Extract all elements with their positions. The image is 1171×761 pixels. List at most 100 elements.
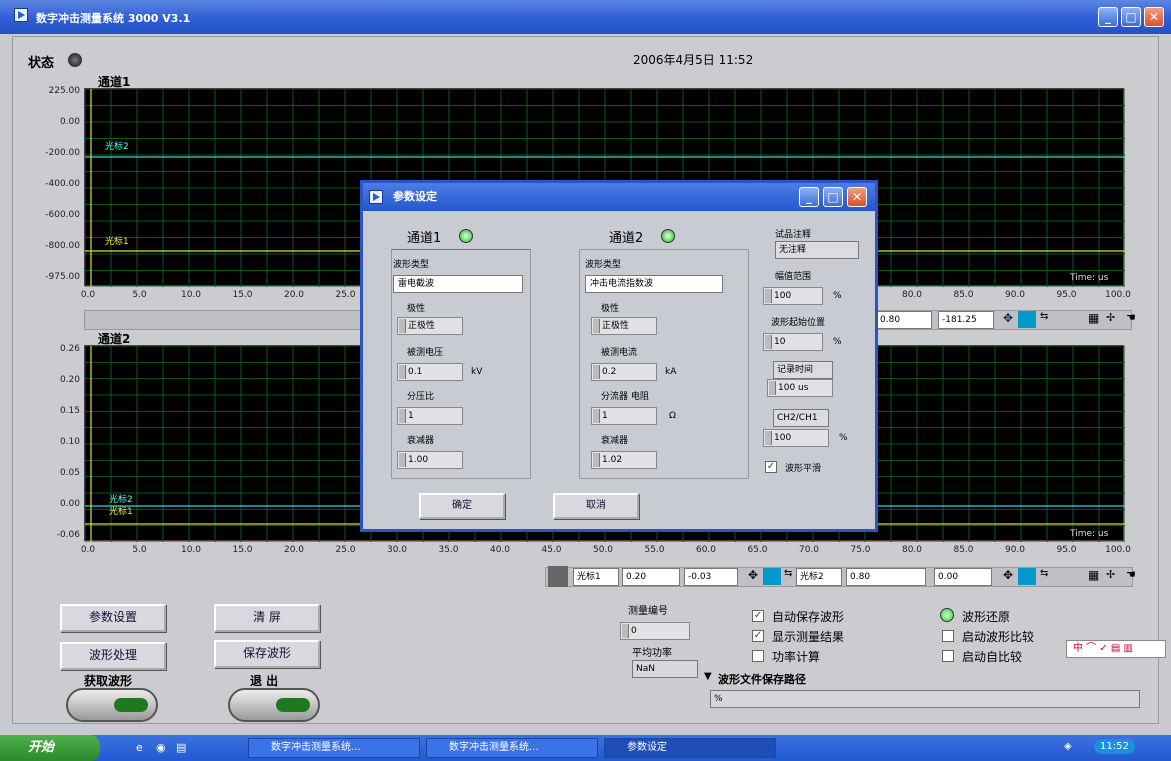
graph1-pan-icon[interactable]: ✢ <box>1106 311 1115 324</box>
graph2-cursor2-style-icon[interactable] <box>1018 568 1036 585</box>
dialog-minimize-button[interactable]: _ <box>799 187 819 207</box>
ime-toolbar[interactable]: 中 ⌒ ✓ ▤ ▥ <box>1066 640 1166 658</box>
ch2-measured-input[interactable]: 0.2 <box>591 363 657 381</box>
graph2-cursor1-move-icon[interactable]: ✥ <box>748 568 758 582</box>
x-tick-label: 10.0 <box>180 290 202 300</box>
wave-process-button[interactable]: 波形处理 <box>60 642 166 670</box>
y-tick-label: 0.15 <box>59 406 80 416</box>
tray-network-icon[interactable]: ◈ <box>1064 741 1072 752</box>
avg-power-display: NaN <box>632 660 698 678</box>
graph2-cursor2-y-field[interactable]: 0.00 <box>934 568 992 586</box>
self-compare-checkbox[interactable] <box>942 650 954 662</box>
exit-toggle[interactable] <box>228 688 320 722</box>
x-tick-label: 5.0 <box>132 290 147 300</box>
ch1-ratio-input[interactable]: 1 <box>397 407 463 425</box>
graph2-cursor1-label: 光标1 <box>573 568 619 586</box>
acquire-toggle[interactable] <box>66 688 158 722</box>
graph2-cursor2-move-icon[interactable]: ✥ <box>1003 568 1013 582</box>
cancel-button[interactable]: 取消 <box>553 493 639 519</box>
graph1-cursor-x-field[interactable]: 0.80 <box>876 311 932 329</box>
start-pos-label: 波形起始位置 <box>771 318 826 328</box>
graph2-cursor2-lock-icon[interactable]: ⇆ <box>1040 568 1048 579</box>
path-label: 波形文件保存路径 <box>718 673 806 686</box>
graph1-cursor-lock-icon[interactable]: ⇆ <box>1040 311 1048 322</box>
ch2-shunt-input[interactable]: 1 <box>591 407 657 425</box>
auto-save-checkbox[interactable]: ✓ <box>752 610 764 622</box>
measure-id-input[interactable]: 0 <box>620 622 690 640</box>
ch1-led <box>459 229 473 243</box>
graph2-time-unit: Time: us <box>1070 529 1109 539</box>
power-calc-checkbox[interactable] <box>752 650 764 662</box>
graph2-hand-icon[interactable]: ☚ <box>1126 568 1136 581</box>
ch1-polarity-select[interactable]: 正极性 <box>397 317 463 335</box>
ch2-polarity-select[interactable]: 正极性 <box>591 317 657 335</box>
smooth-checkbox[interactable]: ✓ <box>765 461 777 473</box>
graph1-cursor-move-icon[interactable]: ✥ <box>1003 311 1013 325</box>
ch2-wave-type-select[interactable]: 冲击电流指数波 <box>585 275 723 293</box>
x-tick-label: 15.0 <box>232 290 253 300</box>
clear-screen-button[interactable]: 清 屏 <box>214 604 320 632</box>
note-field[interactable]: 无注释 <box>775 241 859 259</box>
task-main-window-2[interactable]: 数字冲击测量系统... <box>426 738 598 758</box>
path-dropdown-icon[interactable]: ▼ <box>704 671 712 682</box>
graph2-cursor2-x-field[interactable]: 0.80 <box>846 568 926 586</box>
quicklaunch-ie-icon[interactable]: e <box>136 741 143 754</box>
graph2-pan-icon[interactable]: ✢ <box>1106 568 1115 581</box>
graph1-hand-icon[interactable]: ☚ <box>1126 311 1136 324</box>
range-input[interactable]: 100 <box>763 287 823 305</box>
close-button[interactable]: ✕ <box>1144 7 1164 27</box>
x-tick-label: 20.0 <box>283 545 305 555</box>
ch2-measured-unit: kA <box>665 367 677 377</box>
start-pos-input[interactable]: 10 <box>763 333 823 351</box>
ch1-title: 通道1 <box>407 231 442 246</box>
graph2-zoom-icon[interactable]: ▦ <box>1088 568 1099 582</box>
maximize-button[interactable]: □ <box>1121 7 1141 27</box>
task-params-dialog[interactable]: 参数设定 <box>604 738 776 758</box>
ch2-atten-input[interactable]: 1.02 <box>591 451 657 469</box>
params-button[interactable]: 参数设置 <box>60 604 166 632</box>
ch2-polarity-label: 极性 <box>601 304 620 314</box>
record-time-label: 记录时间 <box>773 361 833 379</box>
save-wave-button[interactable]: 保存波形 <box>214 640 320 668</box>
ch1-measured-input[interactable]: 0.1 <box>397 363 463 381</box>
restore-label: 波形还原 <box>962 610 1011 624</box>
x-tick-label: 0.0 <box>80 545 96 555</box>
dialog-close-button[interactable]: ✕ <box>847 187 867 207</box>
graph2-cursor1-lock-icon[interactable]: ⇆ <box>784 568 792 579</box>
graph1-cursor2-label: 光标2 <box>105 142 129 152</box>
exit-label: 退 出 <box>250 674 279 688</box>
quicklaunch-desktop-icon[interactable]: ▤ <box>176 741 186 754</box>
path-field[interactable]: % <box>710 690 1140 708</box>
graph2-cursor1-y-field[interactable]: -0.03 <box>684 568 738 586</box>
graph1-cursor-style-icon[interactable] <box>1018 311 1036 328</box>
record-time-select[interactable]: 100 us <box>767 379 833 397</box>
minimize-button[interactable]: _ <box>1098 7 1118 27</box>
x-tick-label: 40.0 <box>489 545 511 555</box>
compare-checkbox[interactable] <box>942 630 954 642</box>
start-button[interactable]: 开始 <box>0 735 100 761</box>
dialog-maximize-button[interactable]: □ <box>823 187 843 207</box>
compare-label: 启动波形比较 <box>962 630 1035 644</box>
ch-ratio-label: CH2/CH1 <box>773 409 829 427</box>
ch-ratio-input[interactable]: 100 <box>763 429 829 447</box>
x-tick-label: 15.0 <box>232 545 253 555</box>
graph2-cursor1-x-field[interactable]: 0.20 <box>622 568 680 586</box>
graph2-cursor1-style-icon[interactable] <box>763 568 781 585</box>
graph2-scrollbar[interactable] <box>548 566 568 587</box>
show-result-checkbox[interactable]: ✓ <box>752 630 764 642</box>
y-tick-label: 0.00 <box>59 499 80 509</box>
y-tick-label: -600.00 <box>45 210 80 220</box>
x-tick-label: 95.0 <box>1056 545 1077 555</box>
quicklaunch-media-icon[interactable]: ◉ <box>156 741 166 754</box>
x-tick-label: 30.0 <box>386 545 408 555</box>
restore-led[interactable] <box>940 608 954 622</box>
x-tick-label: 80.0 <box>901 545 923 555</box>
x-tick-label: 85.0 <box>953 290 974 300</box>
graph1-zoom-icon[interactable]: ▦ <box>1088 311 1099 325</box>
ch1-wave-type-select[interactable]: 雷电截波 <box>393 275 523 293</box>
ch1-atten-input[interactable]: 1.00 <box>397 451 463 469</box>
graph1-cursor-y-field[interactable]: -181.25 <box>938 311 994 329</box>
task-main-window-1[interactable]: 数字冲击测量系统... <box>248 738 420 758</box>
ok-button[interactable]: 确定 <box>419 493 505 519</box>
ch2-measured-label: 被测电流 <box>601 348 638 358</box>
